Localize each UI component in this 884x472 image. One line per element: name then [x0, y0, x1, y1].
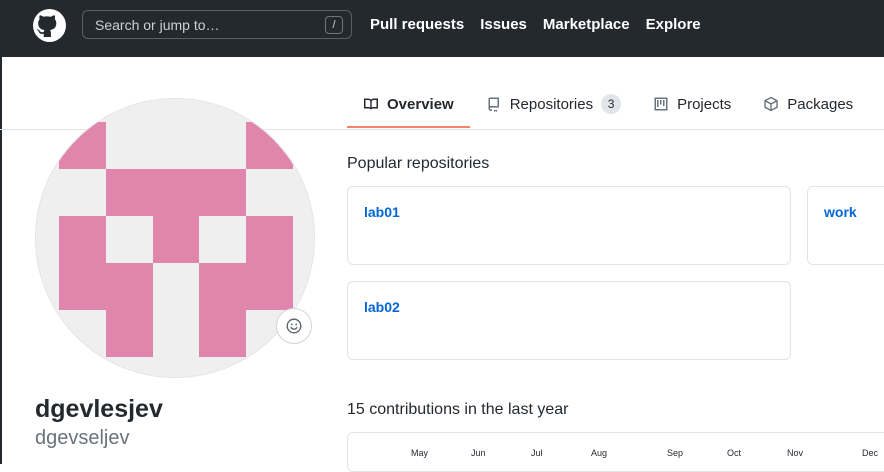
- top-nav: Pull requests Issues Marketplace Explore: [370, 16, 701, 36]
- nav-marketplace[interactable]: Marketplace: [543, 16, 630, 36]
- slash-shortcut-key: /: [325, 16, 343, 34]
- package-icon: [764, 96, 778, 112]
- tab-projects-label: Projects: [677, 95, 732, 113]
- smiley-icon: [286, 318, 302, 334]
- identicon-image: [36, 99, 314, 377]
- profile-username: dgevseljev: [35, 427, 130, 449]
- calendar-month-label: Oct: [727, 448, 742, 458]
- github-logo-icon[interactable]: [33, 9, 66, 42]
- tab-packages-label: Packages: [787, 95, 854, 113]
- book-icon: [364, 98, 378, 110]
- repo-link[interactable]: lab01: [364, 204, 400, 220]
- repositories-count-badge: 3: [601, 94, 622, 114]
- repo-icon: [488, 97, 499, 112]
- avatar[interactable]: [35, 98, 315, 378]
- repo-link[interactable]: work: [824, 204, 857, 220]
- calendar-month-label: Jun: [471, 448, 486, 458]
- top-header: / Pull requests Issues Marketplace Explo…: [0, 0, 884, 50]
- profile-tabs: Overview Repositories 3 Projects Package…: [347, 84, 869, 129]
- search-box[interactable]: /: [82, 10, 352, 39]
- calendar-month-label: Sep: [667, 448, 684, 458]
- set-status-button[interactable]: [276, 308, 312, 344]
- tab-packages[interactable]: Packages: [747, 84, 869, 124]
- calendar-month-label: May: [411, 448, 429, 458]
- tab-overview[interactable]: Overview: [347, 84, 470, 128]
- repo-link[interactable]: lab02: [364, 299, 400, 315]
- calendar-month-label: Dec: [862, 448, 879, 458]
- nav-issues[interactable]: Issues: [480, 16, 527, 36]
- tab-repositories[interactable]: Repositories 3: [470, 84, 637, 124]
- calendar-month-label: Aug: [591, 448, 608, 458]
- project-icon: [654, 97, 668, 111]
- search-input[interactable]: [95, 16, 315, 34]
- nav-explore[interactable]: Explore: [646, 16, 701, 36]
- repo-card: lab02: [347, 281, 791, 360]
- popular-repositories-title: Popular repositories: [347, 155, 490, 172]
- tab-projects[interactable]: Projects: [637, 84, 747, 124]
- tab-repositories-label: Repositories: [509, 95, 594, 113]
- repo-card: lab01: [347, 186, 791, 265]
- calendar-month-label: Jul: [531, 448, 543, 458]
- contributions-title: 15 contributions in the last year: [347, 401, 569, 418]
- window-edge: [0, 50, 2, 464]
- profile-name: dgevlesjev: [35, 395, 163, 423]
- header-border: [0, 50, 884, 57]
- nav-pull-requests[interactable]: Pull requests: [370, 16, 464, 36]
- calendar-month-label: Nov: [787, 448, 804, 458]
- repo-card: work: [807, 186, 884, 265]
- tab-overview-label: Overview: [387, 95, 454, 113]
